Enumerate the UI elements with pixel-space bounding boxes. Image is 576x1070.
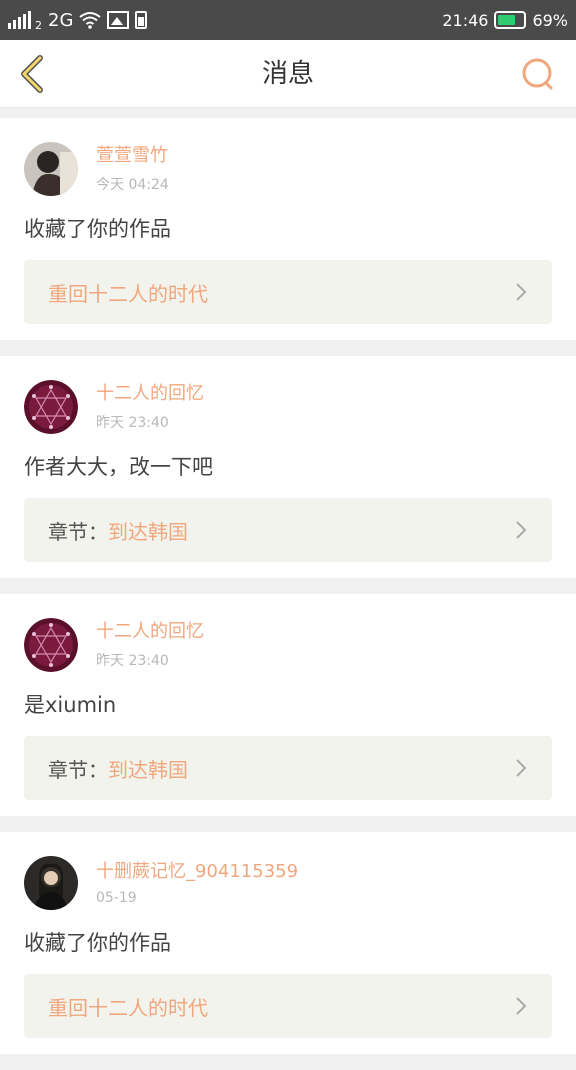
chapter-link[interactable]: 章节： 到达韩国	[24, 498, 552, 562]
battery-icon	[494, 11, 527, 29]
work-link[interactable]: 重回十二人的时代	[24, 974, 552, 1038]
link-prefix: 章节：	[48, 757, 108, 782]
status-bar: 2 2G 21:46 69%	[0, 0, 576, 40]
message-card: 十二人的回忆 昨天 23:40 是xiumin 章节： 到达韩国	[0, 594, 576, 816]
avatar[interactable]	[24, 380, 78, 434]
message-text: 收藏了你的作品	[24, 217, 171, 241]
username[interactable]: 十删蕨记忆_904115359	[96, 860, 298, 884]
chevron-right-icon	[516, 283, 527, 301]
message-time: 昨天 23:40	[96, 653, 169, 669]
message-time: 昨天 23:40	[96, 415, 169, 431]
username[interactable]: 萱萱雪竹	[96, 144, 169, 168]
battery-notification-icon	[135, 11, 148, 29]
sim-index: 2	[35, 18, 42, 32]
message-list: 萱萱雪竹 今天 04:24 收藏了你的作品 重回十二人的时代 十二人的回忆 昨天…	[0, 118, 576, 1070]
app-header: 消息	[0, 40, 576, 108]
username[interactable]: 十二人的回忆	[96, 620, 204, 644]
chapter-link[interactable]: 章节： 到达韩国	[24, 736, 552, 800]
link-prefix: 章节：	[48, 519, 108, 544]
page-title: 消息	[261, 59, 314, 89]
signal-icon	[8, 11, 31, 29]
battery-percent: 69%	[532, 10, 568, 30]
message-card: 十二人的回忆 昨天 23:40 作者大大，改一下吧 章节： 到达韩国	[0, 356, 576, 578]
wifi-icon	[79, 12, 102, 29]
link-title: 到达韩国	[108, 519, 188, 544]
status-time: 21:46	[442, 10, 489, 30]
chevron-right-icon	[516, 997, 527, 1015]
chevron-right-icon	[516, 521, 527, 539]
link-title: 到达韩国	[108, 757, 188, 782]
search-icon[interactable]	[518, 54, 558, 94]
link-title: 重回十二人的时代	[48, 995, 208, 1020]
message-time: 今天 04:24	[96, 177, 169, 193]
chevron-right-icon	[516, 759, 527, 777]
message-text: 是xiumin	[24, 693, 117, 717]
image-notification-icon	[107, 11, 130, 29]
username[interactable]: 十二人的回忆	[96, 382, 204, 406]
network-type: 2G	[48, 9, 74, 31]
avatar[interactable]	[24, 618, 78, 672]
message-card: 十删蕨记忆_904115359 05-19 收藏了你的作品 重回十二人的时代	[0, 832, 576, 1054]
avatar[interactable]	[24, 856, 78, 910]
work-link[interactable]: 重回十二人的时代	[24, 260, 552, 324]
message-card: 萱萱雪竹 今天 04:24 收藏了你的作品 重回十二人的时代	[0, 118, 576, 340]
link-title: 重回十二人的时代	[48, 281, 208, 306]
message-text: 收藏了你的作品	[24, 931, 171, 955]
message-text: 作者大大，改一下吧	[24, 455, 213, 479]
avatar[interactable]	[24, 142, 78, 196]
message-time: 05-19	[96, 890, 137, 906]
